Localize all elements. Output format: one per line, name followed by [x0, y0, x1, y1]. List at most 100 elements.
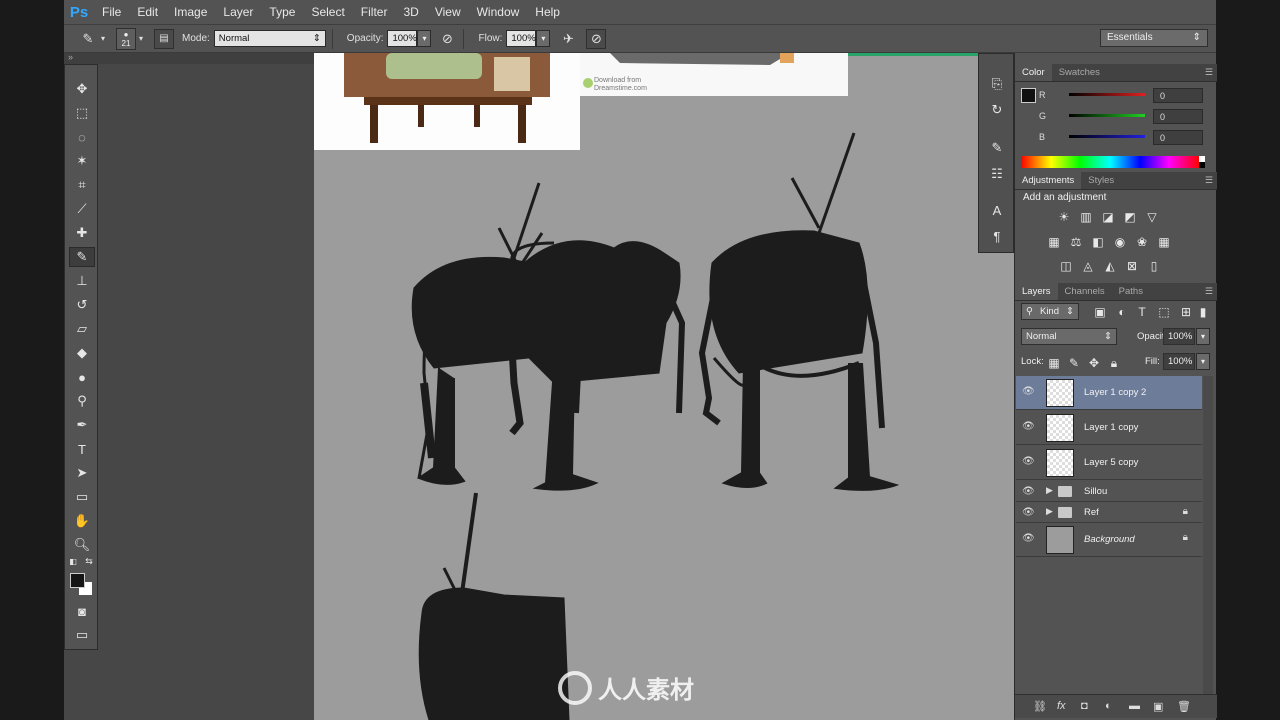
- red-value[interactable]: 0: [1153, 88, 1203, 103]
- default-colors-icon[interactable]: ◧: [67, 555, 79, 567]
- lasso-tool-icon[interactable]: ◌: [69, 127, 95, 147]
- menu-type[interactable]: Type: [261, 0, 303, 24]
- hand-tool-icon[interactable]: ✋: [69, 511, 95, 531]
- menu-file[interactable]: File: [94, 0, 129, 24]
- paint-bucket-tool-icon[interactable]: ◆: [69, 343, 95, 363]
- blue-slider[interactable]: B 0: [1039, 130, 1215, 146]
- group-row-sillou[interactable]: 👁︎ ▶ Sillou: [1016, 481, 1202, 502]
- brightness-contrast-icon[interactable]: ☀: [1055, 209, 1073, 225]
- tab-swatches[interactable]: Swatches: [1052, 64, 1107, 81]
- black-white-icon[interactable]: ◧: [1089, 234, 1107, 250]
- opacity-input[interactable]: 100%: [387, 30, 418, 47]
- history-brush-tool-icon[interactable]: ↺: [69, 295, 95, 315]
- filter-type-icon[interactable]: T: [1133, 304, 1151, 320]
- layer-row-layer-5-copy[interactable]: 👁︎ Layer 5 copy: [1016, 446, 1202, 480]
- menu-image[interactable]: Image: [166, 0, 215, 24]
- tab-layers[interactable]: Layers: [1015, 283, 1058, 300]
- panel-menu-icon[interactable]: ☰: [1205, 286, 1213, 297]
- clone-stamp-tool-icon[interactable]: ⊥: [69, 271, 95, 291]
- visibility-eye-icon[interactable]: 👁︎: [1022, 507, 1035, 518]
- menu-window[interactable]: Window: [469, 0, 528, 24]
- menu-help[interactable]: Help: [527, 0, 568, 24]
- color-lookup-icon[interactable]: ▦: [1155, 234, 1173, 250]
- levels-icon[interactable]: ▥: [1077, 209, 1095, 225]
- path-selection-tool-icon[interactable]: ➤: [69, 463, 95, 483]
- pressure-opacity-icon[interactable]: ⊘: [437, 29, 457, 49]
- menu-layer[interactable]: Layer: [215, 0, 261, 24]
- filter-toggle-icon[interactable]: ▮: [1197, 304, 1209, 320]
- blue-slider-track[interactable]: [1069, 135, 1145, 138]
- black-white-ramp[interactable]: [1199, 156, 1205, 168]
- tab-adjustments[interactable]: Adjustments: [1015, 172, 1082, 189]
- tab-channels[interactable]: Channels: [1058, 283, 1112, 300]
- preset-dropdown-icon[interactable]: ▾: [98, 29, 108, 49]
- layer-row-layer-1-copy[interactable]: 👁︎ Layer 1 copy: [1016, 411, 1202, 445]
- new-adjustment-layer-icon[interactable]: ◐: [1105, 700, 1112, 712]
- visibility-eye-icon[interactable]: 👁︎: [1022, 486, 1035, 497]
- pressure-size-icon[interactable]: ⊘: [586, 28, 607, 49]
- fill-dropdown-icon[interactable]: ▾: [1196, 353, 1210, 370]
- workspace-switcher[interactable]: Essentials ⇕: [1100, 29, 1208, 47]
- group-row-ref[interactable]: 👁︎ ▶ Ref 🔒︎: [1016, 502, 1202, 523]
- document-canvas[interactable]: Download from Dreamstime.com 人人素材: [314, 53, 1014, 720]
- channel-mixer-icon[interactable]: ❀: [1133, 234, 1151, 250]
- filter-pixel-icon[interactable]: ▣: [1091, 304, 1109, 320]
- blend-mode-select[interactable]: Normal ⇕: [1021, 328, 1117, 345]
- magic-wand-tool-icon[interactable]: ✶: [69, 151, 95, 171]
- link-layers-icon[interactable]: ⛓: [1033, 700, 1047, 713]
- selective-color-icon[interactable]: ⊠: [1123, 258, 1141, 274]
- move-tool-icon[interactable]: ✥: [69, 79, 95, 99]
- filter-adjustment-icon[interactable]: ◐: [1113, 304, 1131, 320]
- threshold-icon[interactable]: ◭: [1101, 258, 1119, 274]
- visibility-eye-icon[interactable]: 👁︎: [1022, 533, 1035, 544]
- curves-icon[interactable]: ◪: [1099, 209, 1117, 225]
- character-panel-icon[interactable]: A: [985, 200, 1009, 220]
- foreground-color-swatch[interactable]: [70, 573, 85, 588]
- filter-smart-object-icon[interactable]: ⊞: [1177, 304, 1195, 320]
- brush-size-picker[interactable]: ● 21: [116, 27, 136, 50]
- visibility-eye-icon[interactable]: 👁︎: [1022, 456, 1035, 467]
- lock-image-icon[interactable]: ✎: [1065, 355, 1083, 371]
- panel-menu-icon[interactable]: ☰: [1205, 175, 1213, 186]
- color-spectrum-ramp[interactable]: [1021, 156, 1199, 168]
- visibility-eye-icon[interactable]: 👁︎: [1022, 421, 1035, 432]
- eraser-tool-icon[interactable]: ▱: [69, 319, 95, 339]
- filter-shape-icon[interactable]: ⬚: [1155, 304, 1173, 320]
- posterize-icon[interactable]: ◬: [1079, 258, 1097, 274]
- opacity-dropdown-icon[interactable]: ▾: [417, 30, 432, 47]
- layer-filter-select[interactable]: ⚲ Kind ⇕: [1021, 303, 1079, 320]
- tab-styles[interactable]: Styles: [1081, 172, 1121, 189]
- brush-tool-preset-icon[interactable]: ✎: [78, 29, 98, 49]
- swap-colors-icon[interactable]: ⇆: [83, 555, 95, 567]
- layer-row-layer-1-copy-2[interactable]: 👁︎ Layer 1 copy 2: [1016, 376, 1202, 410]
- new-layer-icon[interactable]: ▣: [1153, 700, 1163, 713]
- airbrush-icon[interactable]: ✈: [558, 29, 578, 49]
- flow-input[interactable]: 100%: [506, 30, 537, 47]
- lock-transparent-icon[interactable]: ▦: [1045, 355, 1063, 371]
- brush-presets-icon[interactable]: ☷: [985, 164, 1009, 184]
- red-slider[interactable]: R 0: [1039, 88, 1215, 104]
- rectangle-tool-icon[interactable]: ▭: [69, 487, 95, 507]
- flow-dropdown-icon[interactable]: ▾: [536, 30, 551, 47]
- blur-tool-icon[interactable]: ●: [69, 367, 95, 387]
- healing-brush-tool-icon[interactable]: ✚: [69, 223, 95, 243]
- invert-icon[interactable]: ◫: [1057, 258, 1075, 274]
- eyedropper-tool-icon[interactable]: ⟋: [69, 199, 95, 219]
- menu-filter[interactable]: Filter: [353, 0, 396, 24]
- layer-opacity-input[interactable]: 100%: [1163, 328, 1195, 345]
- green-value[interactable]: 0: [1153, 109, 1203, 124]
- brush-panel-toggle-icon[interactable]: ▤: [154, 28, 174, 49]
- tab-paths[interactable]: Paths: [1112, 283, 1150, 300]
- fill-input[interactable]: 100%: [1163, 353, 1195, 370]
- exposure-icon[interactable]: ◩: [1121, 209, 1139, 225]
- lock-all-icon[interactable]: 🔒︎: [1105, 355, 1123, 371]
- add-mask-icon[interactable]: ◘: [1081, 700, 1088, 712]
- zoom-tool-icon[interactable]: 🔍︎: [69, 535, 95, 555]
- red-slider-track[interactable]: [1069, 93, 1145, 96]
- hue-saturation-icon[interactable]: ▦: [1045, 234, 1063, 250]
- brush-tool-icon[interactable]: ✎: [69, 247, 95, 267]
- history-panel-icon[interactable]: ⎘: [985, 74, 1009, 94]
- crop-tool-icon[interactable]: ⌗: [69, 175, 95, 195]
- mode-select[interactable]: Normal ⇕: [213, 30, 326, 47]
- layers-scrollbar[interactable]: [1203, 376, 1213, 694]
